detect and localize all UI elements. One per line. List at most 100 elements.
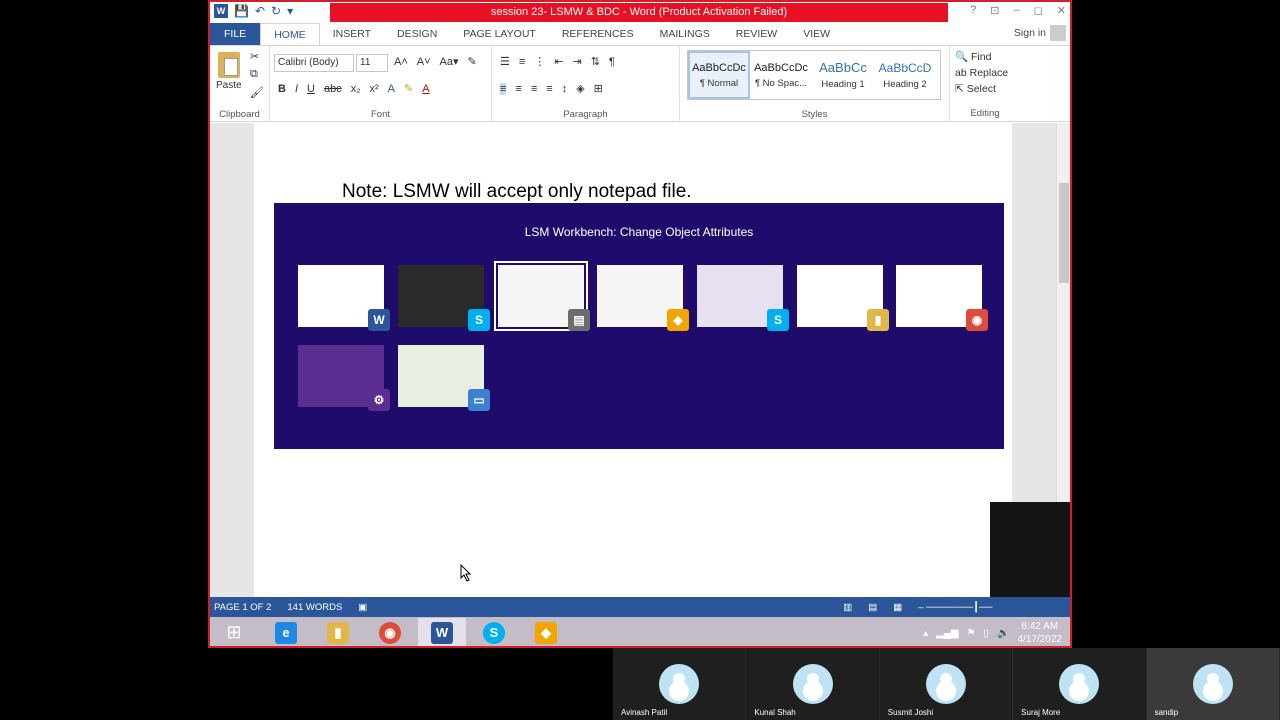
switcher-lsmw-window[interactable]: ▤ — [494, 261, 590, 331]
bullets-icon[interactable]: ☰ — [500, 55, 510, 68]
format-painter-icon[interactable]: 🖌 — [250, 86, 264, 99]
tray-chevron-icon[interactable]: ▴ — [923, 628, 928, 639]
switcher-desktop[interactable]: ▭ — [398, 345, 490, 411]
account-icon[interactable] — [1050, 25, 1066, 41]
tab-design[interactable]: DESIGN — [384, 23, 450, 45]
participant-name: Kunal Shah — [754, 708, 796, 717]
italic-icon[interactable]: I — [295, 83, 298, 95]
tab-file[interactable]: FILE — [210, 23, 261, 45]
switcher-skype-call[interactable]: S — [398, 265, 490, 331]
justify-icon[interactable]: ≡ — [546, 83, 552, 95]
multilevel-list-icon[interactable]: ⋮ — [534, 55, 545, 68]
switcher-word-window[interactable]: W — [298, 265, 390, 331]
align-center-icon[interactable]: ≡ — [515, 83, 521, 95]
save-icon[interactable]: 💾 — [234, 4, 249, 18]
taskbar-explorer[interactable]: ▮ — [314, 618, 362, 646]
increase-indent-icon[interactable]: ⇥ — [573, 55, 582, 68]
switcher-settings-window[interactable]: ⚙ — [298, 345, 390, 411]
vertical-scrollbar[interactable] — [1056, 123, 1070, 502]
line-spacing-icon[interactable]: ↕ — [562, 83, 568, 95]
participant-tile[interactable]: Suraj More — [1013, 648, 1147, 720]
scroll-thumb[interactable] — [1059, 183, 1069, 283]
tab-view[interactable]: VIEW — [790, 23, 843, 45]
participant-tile[interactable]: Kunal Shah — [746, 648, 880, 720]
participant-tile[interactable]: Susmit Joshi — [879, 648, 1014, 720]
participant-tile[interactable]: sandip — [1146, 648, 1280, 720]
undo-icon[interactable]: ↶ — [255, 4, 265, 18]
zoom-slider[interactable]: – ───────┃── — [918, 602, 992, 613]
ribbon-display-button[interactable]: ⊡ — [990, 4, 999, 17]
switcher-explorer-window[interactable]: ▮ — [797, 265, 889, 331]
participant-tile[interactable]: Avinash Patil — [613, 648, 747, 720]
taskbar-ie[interactable]: e — [262, 618, 310, 646]
document-page[interactable]: Note: LSMW will accept only notepad file… — [254, 123, 1012, 597]
style-heading-2[interactable]: AaBbCcD Heading 2 — [874, 51, 936, 99]
replace-button[interactable]: ab Replace — [955, 67, 1008, 79]
clear-format-icon[interactable]: ✎ — [468, 55, 477, 68]
taskbar-word[interactable]: W — [418, 618, 466, 646]
power-icon[interactable]: ▯ — [984, 628, 990, 639]
show-marks-icon[interactable]: ¶ — [609, 56, 615, 68]
underline-icon[interactable]: U — [307, 83, 315, 95]
copy-icon[interactable]: ⧉ — [250, 68, 258, 81]
sort-icon[interactable]: ⇅ — [591, 55, 600, 68]
font-name-dropdown[interactable]: Calibri (Body) — [274, 54, 354, 72]
flag-icon[interactable]: ⚑ — [967, 628, 976, 639]
close-button[interactable]: ✕ — [1057, 4, 1066, 17]
proofing-icon[interactable]: ▣ — [358, 602, 367, 613]
paste-button[interactable]: Paste — [216, 80, 242, 91]
select-button[interactable]: ⇱ Select — [955, 83, 1008, 95]
decrease-indent-icon[interactable]: ⇤ — [554, 55, 563, 68]
borders-icon[interactable]: ⊞ — [594, 82, 603, 95]
switcher-sap-window[interactable]: ◆ — [597, 265, 689, 331]
style-normal[interactable]: AaBbCcDc ¶ Normal — [688, 51, 750, 99]
find-button[interactable]: 🔍 Find — [955, 50, 1008, 63]
web-layout-icon[interactable]: ▦ — [893, 602, 902, 613]
tab-insert[interactable]: INSERT — [320, 23, 384, 45]
cut-icon[interactable]: ✂ — [250, 50, 259, 63]
highlight-icon[interactable]: ✎ — [404, 82, 413, 95]
minimize-button[interactable]: – — [1014, 4, 1020, 17]
maximize-button[interactable]: ◻ — [1034, 4, 1043, 17]
align-right-icon[interactable]: ≡ — [531, 83, 537, 95]
switcher-chrome-window[interactable]: ◉ — [896, 265, 988, 331]
clock[interactable]: 6:42 AM 4/17/2022 — [1018, 620, 1063, 646]
font-color-icon[interactable]: A — [422, 83, 429, 95]
align-left-icon[interactable]: ≡ — [500, 82, 507, 95]
print-layout-icon[interactable]: ▤ — [868, 602, 877, 613]
help-button[interactable]: ? — [970, 4, 976, 17]
tab-home[interactable]: HOME — [260, 23, 320, 45]
page-count[interactable]: PAGE 1 OF 2 — [214, 602, 271, 613]
taskbar-chrome[interactable]: ◉ — [366, 618, 414, 646]
taskbar-sap[interactable]: ◆ — [522, 618, 570, 646]
redo-icon[interactable]: ↻ — [271, 4, 281, 18]
strikethrough-icon[interactable]: abc — [324, 83, 342, 95]
customize-qa-icon[interactable]: ▾ — [287, 4, 293, 18]
paste-icon[interactable] — [218, 52, 240, 78]
read-mode-icon[interactable]: ▥ — [843, 602, 852, 613]
sign-in-link[interactable]: Sign in — [1014, 27, 1046, 39]
numbering-icon[interactable]: ≡ — [519, 56, 525, 68]
signal-icon[interactable]: ▂▄▆ — [936, 628, 958, 639]
style-heading-1[interactable]: AaBbCc Heading 1 — [812, 51, 874, 99]
grow-font-icon[interactable]: A˄ — [394, 56, 408, 68]
taskbar-skype[interactable]: S — [470, 618, 518, 646]
change-case-icon[interactable]: Aa▾ — [440, 55, 459, 68]
tab-mailings[interactable]: MAILINGS — [647, 23, 723, 45]
shading-icon[interactable]: ◈ — [576, 82, 584, 95]
font-size-dropdown[interactable]: 11 — [356, 54, 388, 72]
tab-references[interactable]: REFERENCES — [549, 23, 647, 45]
tab-review[interactable]: REVIEW — [723, 23, 790, 45]
bold-icon[interactable]: B — [278, 83, 286, 95]
text-effects-icon[interactable]: A — [388, 83, 395, 95]
subscript-icon[interactable]: x₂ — [351, 83, 361, 95]
title-bar: W 💾 ↶ ↻ ▾ session 23- LSMW & BDC - Word … — [210, 2, 1070, 23]
volume-icon[interactable]: 🔈 — [997, 628, 1009, 639]
switcher-skype-window[interactable]: S — [697, 265, 789, 331]
word-count[interactable]: 141 WORDS — [287, 602, 342, 613]
start-button[interactable]: ⊞ — [210, 618, 258, 646]
style-no-spacing[interactable]: AaBbCcDc ¶ No Spac... — [750, 51, 812, 99]
superscript-icon[interactable]: x² — [370, 83, 379, 95]
tab-page-layout[interactable]: PAGE LAYOUT — [450, 23, 549, 45]
shrink-font-icon[interactable]: A˅ — [417, 56, 431, 68]
